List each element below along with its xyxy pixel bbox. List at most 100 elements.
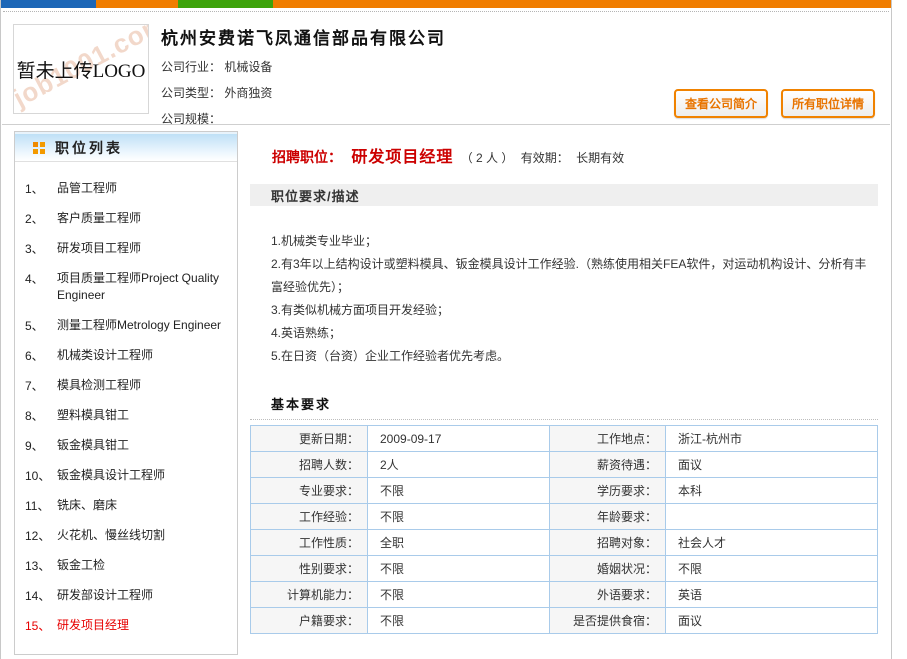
- job-item-label[interactable]: 模具检测工程师: [57, 377, 231, 394]
- job-item-label[interactable]: 铣床、磨床: [57, 497, 231, 514]
- job-item-label[interactable]: 研发项目工程师: [57, 240, 231, 257]
- job-item-label[interactable]: 客户质量工程师: [57, 210, 231, 227]
- company-field-label: 公司类型：: [161, 86, 221, 100]
- requirement-line: 1.机械类专业毕业；: [271, 230, 868, 253]
- company-field-value: 机械设备: [224, 60, 272, 74]
- table-row: 户籍要求： 不限 是否提供食宿： 面议: [251, 608, 878, 634]
- sidebar-title: 职位列表: [55, 138, 123, 158]
- sidebar-job-item[interactable]: 5、 测量工程师Metrology Engineer: [25, 311, 231, 341]
- job-item-label[interactable]: 研发项目经理: [57, 617, 231, 634]
- job-item-number: 11、: [25, 497, 57, 514]
- sidebar-job-item[interactable]: 12、 火花机、慢丝线切割: [25, 521, 231, 551]
- row-value-1: 不限: [368, 556, 550, 582]
- color-bar-segment: [1, 0, 96, 8]
- page: job1001.com 暂未上传LOGO 杭州安费诺飞凤通信部品有限公司 公司行…: [0, 0, 892, 659]
- job-item-label[interactable]: 研发部设计工程师: [57, 587, 231, 604]
- row-value-1: 不限: [368, 608, 550, 634]
- sidebar-job-item[interactable]: 6、 机械类设计工程师: [25, 341, 231, 371]
- color-bar-segment: [273, 0, 891, 8]
- table-row: 计算机能力： 不限 外语要求： 英语: [251, 582, 878, 608]
- job-item-number: 6、: [25, 347, 57, 364]
- sidebar-job-item[interactable]: 2、 客户质量工程师: [25, 204, 231, 234]
- job-item-label[interactable]: 钣金工检: [57, 557, 231, 574]
- sidebar-job-item[interactable]: 3、 研发项目工程师: [25, 234, 231, 264]
- sidebar-job-item[interactable]: 9、 钣金模具钳工: [25, 431, 231, 461]
- job-item-number: 1、: [25, 180, 57, 197]
- sidebar-job-item[interactable]: 14、 研发部设计工程师: [25, 581, 231, 611]
- sidebar-job-item[interactable]: 11、 铣床、磨床: [25, 491, 231, 521]
- job-item-label[interactable]: 火花机、慢丝线切割: [57, 527, 231, 544]
- job-item-number: 14、: [25, 587, 57, 604]
- row-label-1: 更新日期：: [251, 426, 368, 452]
- sidebar-job-item[interactable]: 8、 塑料模具钳工: [25, 401, 231, 431]
- table-row: 性别要求： 不限 婚姻状况： 不限: [251, 556, 878, 582]
- row-value-1: 不限: [368, 478, 550, 504]
- sidebar-job-item[interactable]: 1、 品管工程师: [25, 174, 231, 204]
- job-item-label[interactable]: 测量工程师Metrology Engineer: [57, 317, 231, 334]
- job-item-number: 5、: [25, 317, 57, 334]
- job-title: 研发项目经理: [351, 149, 453, 166]
- job-item-label[interactable]: 项目质量工程师Project Quality Engineer: [57, 270, 231, 304]
- job-item-label[interactable]: 品管工程师: [57, 180, 231, 197]
- basic-requirements-table: 更新日期： 2009-09-17 工作地点： 浙江-杭州市 招聘人数： 2人 薪…: [250, 425, 878, 634]
- job-item-label[interactable]: 钣金模具钳工: [57, 437, 231, 454]
- dotted-separator: [250, 419, 878, 420]
- row-value-2: 英语: [666, 582, 878, 608]
- company-field: 公司行业： 机械设备: [161, 58, 879, 75]
- company-field-label: 公司行业：: [161, 60, 221, 74]
- row-label-1: 性别要求：: [251, 556, 368, 582]
- job-item-number: 7、: [25, 377, 57, 394]
- job-headcount: （ 2 人 ）: [461, 151, 514, 165]
- table-row: 工作经验： 不限 年龄要求：: [251, 504, 878, 530]
- job-item-label[interactable]: 机械类设计工程师: [57, 347, 231, 364]
- row-label-2: 外语要求：: [550, 582, 666, 608]
- requirement-line: 5.在日资（台资）企业工作经验者优先考虑。: [271, 345, 868, 368]
- row-value-1: 全职: [368, 530, 550, 556]
- job-item-number: 12、: [25, 527, 57, 544]
- top-color-bar: [1, 0, 891, 8]
- content-area: 职位列表 1、 品管工程师 2、 客户质量工程师 3、 研发项目工程师 4、 项…: [1, 125, 891, 655]
- company-field-value: 外商独资: [224, 86, 272, 100]
- company-header: job1001.com 暂未上传LOGO 杭州安费诺飞凤通信部品有限公司 公司行…: [1, 12, 891, 124]
- section-title-description: 职位要求/描述: [250, 184, 878, 206]
- grid-icon: [33, 142, 45, 154]
- company-field-label: 公司规模：: [161, 112, 221, 126]
- sidebar-job-item[interactable]: 10、 钣金模具设计工程师: [25, 461, 231, 491]
- row-label-1: 招聘人数：: [251, 452, 368, 478]
- company-name: 杭州安费诺飞凤通信部品有限公司: [161, 22, 879, 49]
- row-value-1: 2人: [368, 452, 550, 478]
- job-item-number: 10、: [25, 467, 57, 484]
- row-label-2: 招聘对象：: [550, 530, 666, 556]
- sidebar-job-item[interactable]: 4、 项目质量工程师Project Quality Engineer: [25, 264, 231, 311]
- job-list-sidebar: 职位列表 1、 品管工程师 2、 客户质量工程师 3、 研发项目工程师 4、 项…: [14, 131, 238, 655]
- header-action-button[interactable]: 查看公司简介: [674, 89, 768, 118]
- header-action-button[interactable]: 所有职位详情: [781, 89, 875, 118]
- job-detail-main: 招聘职位： 研发项目经理 （ 2 人 ） 有效期： 长期有效 职位要求/描述 1…: [250, 131, 878, 655]
- sidebar-job-item[interactable]: 13、 钣金工检: [25, 551, 231, 581]
- row-label-1: 工作经验：: [251, 504, 368, 530]
- job-item-number: 4、: [25, 270, 57, 287]
- row-value-2: 不限: [666, 556, 878, 582]
- row-value-2: [666, 504, 878, 530]
- row-label-2: 工作地点：: [550, 426, 666, 452]
- row-label-2: 年龄要求：: [550, 504, 666, 530]
- row-value-2: 面议: [666, 452, 878, 478]
- job-item-number: 13、: [25, 557, 57, 574]
- job-item-label[interactable]: 钣金模具设计工程师: [57, 467, 231, 484]
- job-item-label[interactable]: 塑料模具钳工: [57, 407, 231, 424]
- job-item-number: 15、: [25, 617, 57, 634]
- table-row: 更新日期： 2009-09-17 工作地点： 浙江-杭州市: [251, 426, 878, 452]
- validity-value: 长期有效: [576, 151, 624, 165]
- validity-label: 有效期：: [521, 151, 569, 165]
- row-value-1: 不限: [368, 504, 550, 530]
- job-header: 招聘职位： 研发项目经理 （ 2 人 ） 有效期： 长期有效: [250, 131, 878, 167]
- sidebar-job-item[interactable]: 7、 模具检测工程师: [25, 371, 231, 401]
- row-label-1: 计算机能力：: [251, 582, 368, 608]
- row-label-2: 薪资待遇：: [550, 452, 666, 478]
- row-label-2: 婚姻状况：: [550, 556, 666, 582]
- job-header-caption: 招聘职位：: [272, 149, 342, 165]
- requirement-line: 4.英语熟练；: [271, 322, 868, 345]
- sidebar-job-item[interactable]: 15、 研发项目经理: [25, 611, 231, 641]
- requirement-line: 2.有3年以上结构设计或塑料模具、钣金模具设计工作经验.（熟练使用相关FEA软件…: [271, 253, 868, 299]
- sidebar-header: 职位列表: [15, 132, 237, 162]
